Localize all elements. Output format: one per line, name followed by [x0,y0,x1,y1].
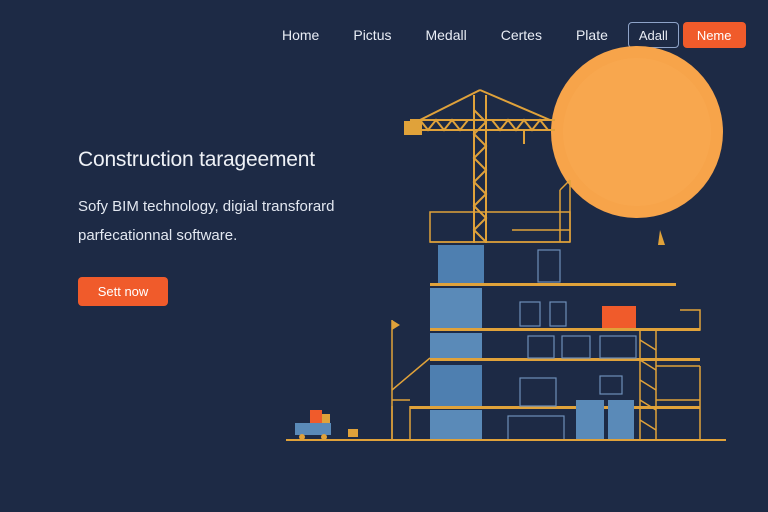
construction-illustration [286,46,726,441]
truck-icon [295,410,358,440]
building-icon [391,179,701,441]
crane-icon [404,89,555,243]
sun-icon [551,46,723,218]
cta-button[interactable]: Sett now [78,277,168,306]
